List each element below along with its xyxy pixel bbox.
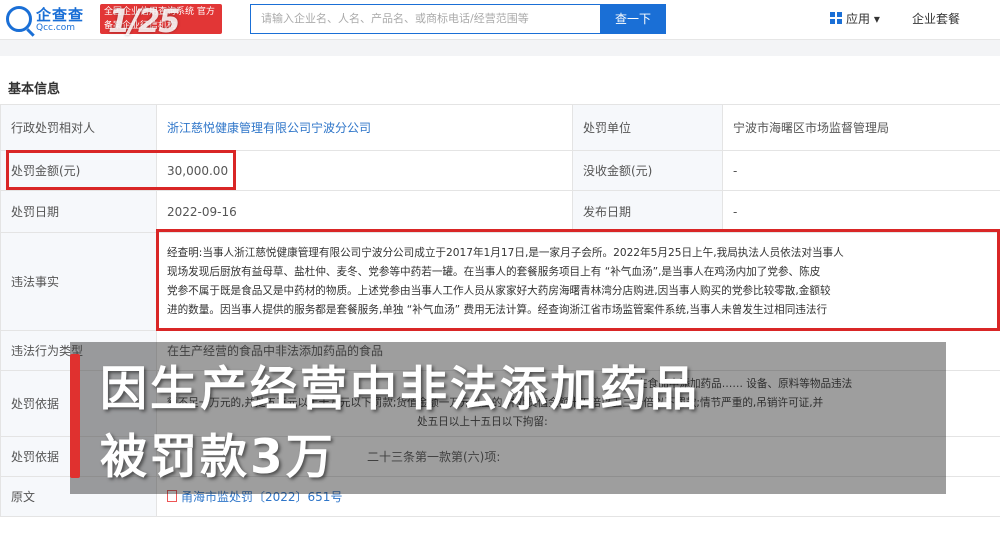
top-navigation-bar: 企查查 Qcc.com 全国企业信用查询系统 官方备案企业征信机构 1/25 请…: [0, 0, 1000, 40]
magnifier-logo-icon: [6, 6, 32, 32]
authority-value: 宁波市海曙区市场监督管理局: [722, 104, 1000, 151]
caption-accent-bar: [70, 354, 80, 478]
facts-label: 违法事实: [0, 232, 157, 331]
grid-icon: [830, 12, 842, 24]
section-title: 基本信息: [8, 82, 61, 97]
caption-line-2: 被罚款3万: [100, 430, 336, 485]
table-row: 行政处罚相对人 浙江慈悦健康管理有限公司宁波分公司 处罚单位 宁波市海曙区市场监…: [0, 104, 1000, 151]
table-row: 处罚日期 2022-09-16 发布日期 -: [0, 190, 1000, 233]
chevron-down-icon: ▾: [873, 12, 880, 26]
confiscation-value: -: [722, 150, 1000, 191]
nav-enterprise-package[interactable]: 企业套餐: [912, 10, 960, 27]
search-button[interactable]: 查一下: [600, 4, 666, 34]
confiscation-label: 没收金额(元): [572, 150, 723, 191]
search-input[interactable]: 请输入企业名、人名、产品名、或商标电话/经营范围等: [250, 4, 600, 34]
nav-app-menu[interactable]: 应用 ▾: [830, 10, 880, 27]
publish-label: 发布日期: [572, 190, 723, 233]
target-value: 浙江慈悦健康管理有限公司宁波分公司: [156, 104, 573, 151]
date-label: 处罚日期: [0, 190, 157, 233]
logo-text: 企查查: [36, 6, 85, 24]
site-logo[interactable]: 企查查 Qcc.com: [6, 4, 94, 36]
date-value: 2022-09-16: [156, 190, 573, 233]
video-watermark: 1/25: [108, 2, 180, 40]
nav-app-label: 应用: [846, 12, 871, 26]
authority-label: 处罚单位: [572, 104, 723, 151]
publish-value: -: [722, 190, 1000, 233]
amount-highlight-box: [6, 150, 236, 190]
target-label: 行政处罚相对人: [0, 104, 157, 151]
facts-highlight-box: [156, 229, 1000, 331]
caption-line-1: 因生产经营中非法添加药品: [100, 362, 700, 417]
company-link[interactable]: 浙江慈悦健康管理有限公司宁波分公司: [167, 121, 371, 135]
logo-domain: Qcc.com: [36, 23, 76, 33]
